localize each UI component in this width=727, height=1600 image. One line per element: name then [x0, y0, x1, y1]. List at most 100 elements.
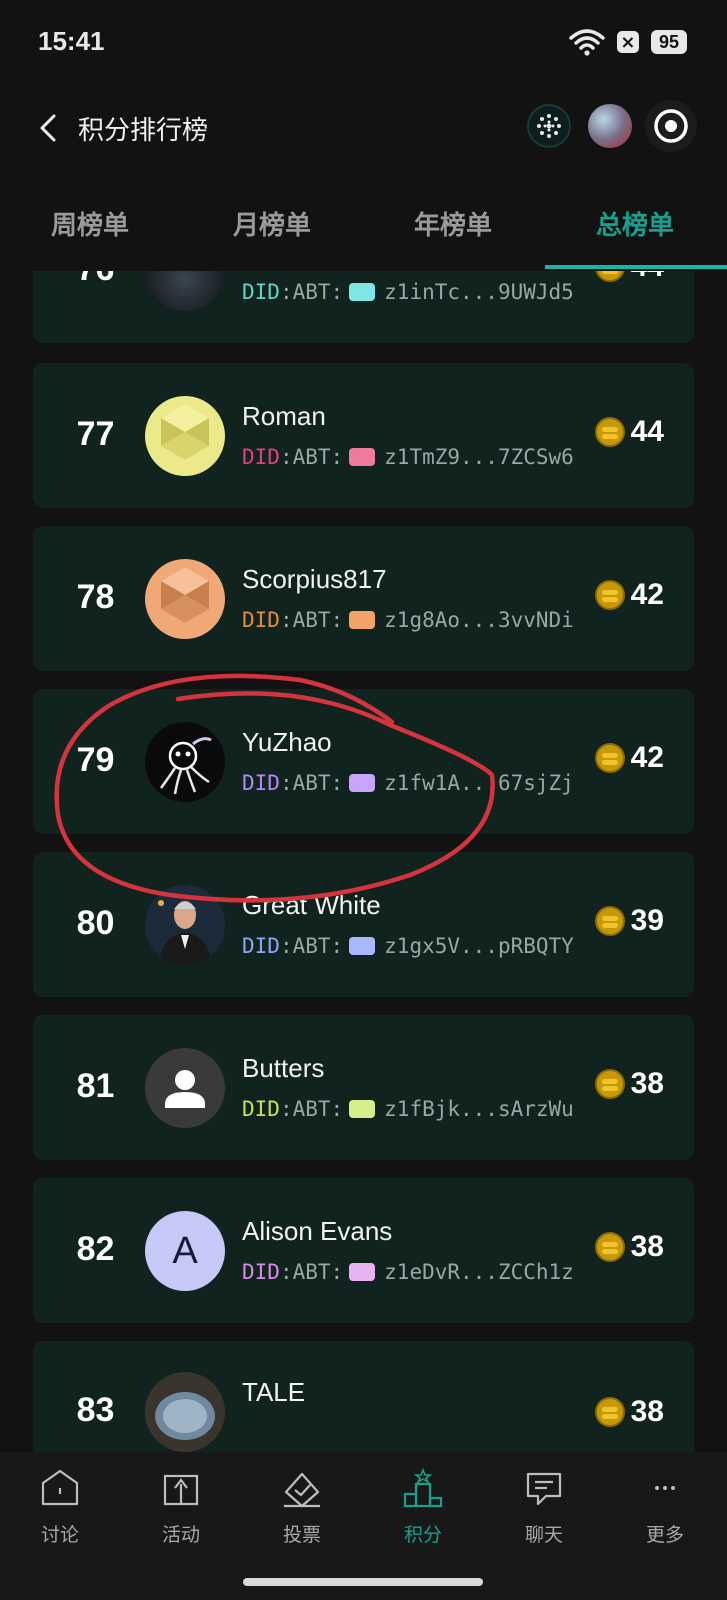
did-value: z1TmZ9...7ZCSw6	[384, 445, 574, 469]
points: 42	[594, 741, 664, 775]
coin-icon	[594, 743, 625, 773]
avatar	[145, 722, 225, 802]
app-logo-button[interactable]	[527, 104, 571, 148]
did-prefix: DID	[242, 608, 280, 632]
nav-more[interactable]: 更多	[605, 1466, 725, 1547]
did-abt: :ABT:	[279, 934, 344, 958]
did-value: z1g8Ao...3vvNDi	[384, 608, 574, 632]
nav-vote[interactable]: 投票	[242, 1466, 362, 1547]
did-prefix: DID	[242, 280, 280, 304]
leaderboard-row[interactable]: 82 A Alison Evans DID:ABT: z1eDvR...ZCCh1…	[33, 1178, 694, 1323]
leaderboard-row[interactable]: 81 Butters DID:ABT: z1fBjk...sArzWu 38	[33, 1015, 694, 1160]
podium-icon	[403, 1467, 443, 1508]
points-value: 44	[631, 271, 664, 284]
nav-label: 积分	[403, 1524, 442, 1546]
nav-label: 聊天	[524, 1524, 563, 1546]
coin-icon	[594, 1397, 625, 1427]
did-value: z1gx5V...pRBQTY	[384, 934, 574, 958]
nav-points[interactable]: 积分	[363, 1466, 483, 1547]
username: Butters	[242, 1053, 325, 1083]
battery-indicator: 95	[650, 30, 687, 54]
did-abt: :ABT:	[279, 280, 344, 304]
did-address[interactable]: DID:ABT: z1gx5V...pRBQTY	[242, 934, 574, 958]
nav-label: 更多	[645, 1524, 684, 1546]
points: 44	[594, 271, 664, 284]
coin-icon	[594, 1232, 625, 1262]
status-bar: 15:41 × 95	[0, 0, 727, 90]
points-value: 42	[630, 578, 664, 611]
bottom-navigation: 讨论 活动 投票 积分 聊天 更多	[0, 1452, 727, 1600]
app-header: 积分排行榜	[0, 90, 727, 170]
nav-label: 活动	[161, 1524, 200, 1546]
rank-number: 82	[76, 1230, 115, 1268]
username: Alison Evans	[242, 1216, 393, 1246]
leaderboard-tabs: 周榜单 月榜单 年榜单 总榜单	[0, 185, 727, 271]
username: YuZhao	[242, 727, 332, 757]
did-value: z1inTc...9UWJd5	[384, 280, 574, 304]
did-address[interactable]: DID:ABT: z1fw1A...67sjZj	[242, 771, 574, 795]
tab-monthly[interactable]: 月榜单	[182, 205, 362, 242]
back-arrow-icon[interactable]	[34, 108, 64, 148]
wifi-icon	[569, 29, 605, 56]
nav-activity[interactable]: 活动	[121, 1466, 241, 1547]
tab-weekly[interactable]: 周榜单	[0, 205, 180, 242]
avatar	[145, 396, 225, 476]
did-address[interactable]: DID:ABT: z1eDvR...ZCCh1z	[242, 1260, 574, 1284]
nav-chat[interactable]: 聊天	[484, 1466, 604, 1547]
did-address[interactable]: DID:ABT: z1g8Ao...3vvNDi	[242, 608, 574, 632]
did-value: z1fBjk...sArzWu	[384, 1097, 574, 1121]
did-address[interactable]: DID:ABT: z1inTc...9UWJd5	[242, 280, 574, 304]
points: 38	[594, 1067, 664, 1101]
avatar	[145, 1048, 225, 1128]
avatar	[145, 271, 225, 311]
leaderboard-row[interactable]: 76 DID:ABT: z1inTc...9UWJd5 44	[33, 271, 694, 343]
rank-number: 77	[76, 415, 115, 453]
did-address[interactable]: DID:ABT: z1TmZ9...7ZCSw6	[242, 445, 574, 469]
leaderboard-row[interactable]: 79 YuZhao DID:ABT: z1fw1A...67sjZj 42	[33, 689, 694, 834]
leaderboard-row[interactable]: 80 Great White DID:ABT: z1gx5V...pRBQTY 3…	[33, 852, 694, 997]
rank-number: 80	[76, 904, 115, 942]
did-abt: :ABT:	[279, 1260, 344, 1284]
points: 44	[594, 415, 664, 449]
page-title: 积分排行榜	[78, 116, 209, 146]
tab-yearly[interactable]: 年榜单	[363, 205, 543, 242]
rank-number: 83	[76, 1391, 115, 1429]
did-value: z1eDvR...ZCCh1z	[384, 1260, 574, 1284]
did-prefix: DID	[242, 445, 280, 469]
rank-number: 78	[76, 578, 115, 616]
did-color-chip	[349, 1100, 376, 1118]
points: 38	[594, 1395, 664, 1429]
target-icon[interactable]	[645, 100, 697, 152]
did-prefix: DID	[242, 771, 280, 795]
did-color-chip	[349, 283, 376, 301]
did-color-chip	[349, 611, 376, 629]
home-pentagon-icon	[41, 1469, 79, 1506]
nav-discuss[interactable]: 讨论	[0, 1466, 120, 1547]
status-icons: × 95	[569, 28, 687, 56]
close-box-icon: ×	[616, 31, 639, 53]
leaderboard-row[interactable]: 78 Scorpius817 DID:ABT: z1g8Ao...3vvNDi 4…	[33, 526, 694, 671]
avatar	[145, 1372, 225, 1452]
points-value: 38	[630, 1395, 664, 1428]
did-color-chip	[349, 774, 376, 792]
points-value: 39	[630, 904, 664, 937]
did-value: z1fw1A...67sjZj	[384, 771, 574, 795]
points-value: 38	[630, 1230, 664, 1263]
leaderboard-list[interactable]: 76 DID:ABT:z1inTc...9UWJd5 44 77 Roman D…	[0, 271, 727, 1452]
did-address[interactable]: DID:ABT: z1fBjk...sArzWu	[242, 1097, 574, 1121]
nav-label: 讨论	[40, 1524, 79, 1546]
coin-icon	[594, 906, 625, 936]
did-prefix: DID	[242, 934, 280, 958]
person-placeholder-icon	[165, 1070, 205, 1108]
home-indicator[interactable]	[243, 1578, 483, 1586]
leaderboard-row[interactable]: 77 Roman DID:ABT: z1TmZ9...7ZCSw6 44	[33, 363, 694, 508]
did-color-chip	[349, 448, 376, 466]
username: TALE	[242, 1377, 306, 1407]
leaderboard-row[interactable]: 83 TALE 38	[33, 1341, 694, 1452]
nav-label: 投票	[282, 1524, 321, 1546]
gift-box-icon	[163, 1474, 199, 1506]
user-avatar-button[interactable]	[588, 104, 632, 148]
tab-total[interactable]: 总榜单	[545, 205, 725, 242]
username: Great White	[242, 890, 381, 920]
vote-box-icon	[284, 1472, 320, 1508]
